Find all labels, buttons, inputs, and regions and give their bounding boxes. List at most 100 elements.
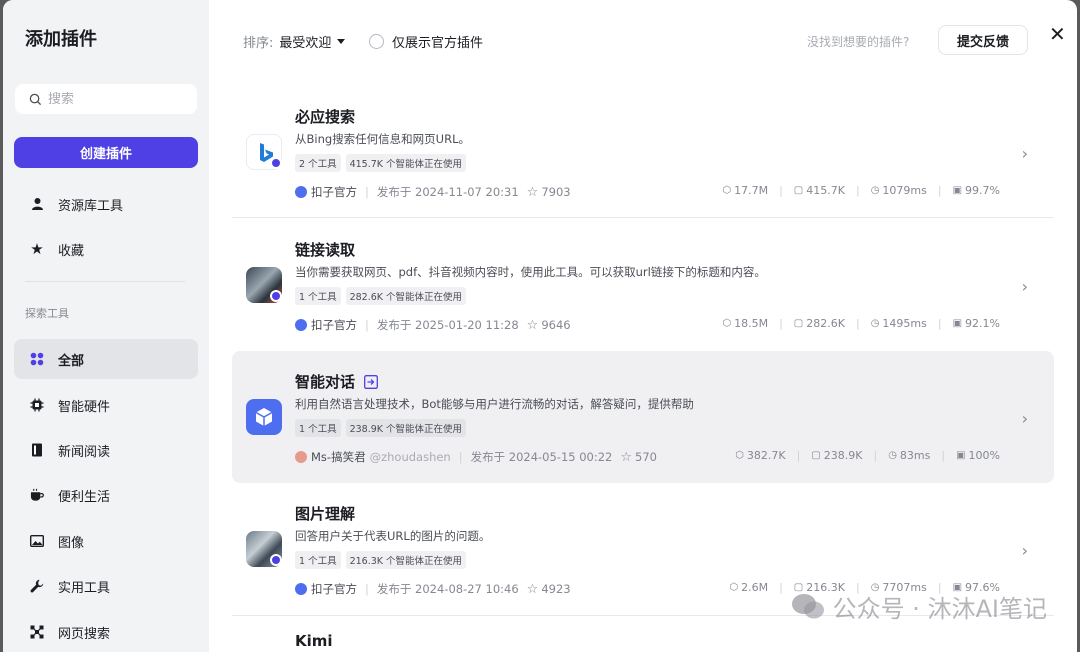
star-outline-icon[interactable]: ☆	[527, 185, 539, 200]
plugin-description: 回答用户关于代表URL的图片的问题。	[295, 529, 491, 543]
radio-icon[interactable]	[369, 34, 384, 49]
author-handle: @zhoudashen	[369, 450, 451, 464]
plugin-name: 智能对话	[295, 373, 356, 391]
create-plugin-button[interactable]: 创建插件	[14, 137, 198, 168]
bots-icon: ▢	[793, 185, 804, 196]
book-icon	[30, 443, 44, 457]
star-outline-icon[interactable]: ☆	[527, 582, 539, 597]
chevron-right-icon[interactable]: ›	[1022, 144, 1028, 163]
category-all[interactable]: 全部	[14, 339, 198, 379]
stats-separator: |	[855, 317, 860, 330]
category-label: 全部	[58, 353, 85, 369]
calls-count: 382.7K	[746, 449, 786, 462]
caret-down-icon	[337, 39, 346, 44]
category-label: 图像	[58, 535, 85, 551]
plugin-stats: ⬡ 18.5M | ▢ 282.6K | ◷ 1495ms | ▣ 92.1%	[722, 317, 1000, 330]
plugin-card-link-reader[interactable]: 链接读取 当你需要获取网页、pdf、抖音视频内容时，使用此工具。可以获取url链…	[232, 219, 1054, 351]
published-date: 发布于 2024-05-15 00:22	[470, 450, 613, 464]
success-rate: 99.7%	[965, 184, 1000, 197]
bots-count: 415.7K	[806, 184, 845, 197]
add-plugin-dialog: 添加插件 创建插件 资源库工具 ★ 收藏 探索工具 全部 智能硬件 新闻阅读	[3, 0, 1077, 652]
plugin-description: 从Bing搜索任何信息和网页URL。	[295, 132, 470, 146]
sort-value: 最受欢迎	[279, 36, 332, 51]
verified-badge-icon	[270, 554, 282, 566]
category-web-search[interactable]: 网页搜索	[14, 612, 198, 652]
category-utilities[interactable]: 实用工具	[14, 566, 198, 606]
plugin-meta: 扣子官方 | 发布于 2024-08-27 10:46 ☆ 4923	[295, 581, 571, 597]
latency: 1079ms	[882, 184, 927, 197]
category-image[interactable]: 图像	[14, 521, 198, 561]
plugin-meta: Ms-搞笑君 @zhoudashen | 发布于 2024-05-15 00:2…	[295, 449, 657, 465]
search-box[interactable]	[15, 84, 197, 114]
success-rate-icon: ▣	[956, 450, 966, 461]
meta-separator: |	[365, 185, 369, 199]
bots-count: 282.6K	[806, 317, 845, 330]
calls-icon: ⬡	[722, 185, 732, 196]
sidebar-item-label: 收藏	[58, 243, 85, 259]
clock-icon: ◷	[870, 318, 880, 329]
plugin-stats: ⬡ 382.7K | ▢ 238.9K | ◷ 83ms | ▣ 100%	[735, 449, 1000, 462]
plugin-name-row: 智能对话	[295, 371, 378, 392]
meta-separator: |	[365, 582, 369, 596]
sort-dropdown[interactable]: 排序: 最受欢迎	[243, 32, 346, 51]
plugin-card-smart-chat[interactable]: 智能对话 利用自然语言处理技术，Bot能够与用户进行流畅的对话，解答疑问，提供帮…	[232, 351, 1054, 483]
calls-count: 18.5M	[734, 317, 769, 330]
plugin-description: 利用自然语言处理技术，Bot能够与用户进行流畅的对话，解答疑问，提供帮助	[295, 397, 694, 411]
close-icon[interactable]: ✕	[1049, 24, 1066, 44]
official-only-label: 仅展示官方插件	[392, 36, 484, 51]
stats-separator: |	[941, 449, 946, 462]
clock-icon: ◷	[870, 185, 880, 196]
published-date: 发布于 2024-08-27 10:46	[376, 582, 519, 596]
chevron-right-icon[interactable]: ›	[1022, 541, 1028, 560]
meta-separator: |	[365, 318, 369, 332]
watermark-text: 公众号 · 沐沐AI笔记	[832, 595, 1047, 623]
person-icon	[30, 197, 44, 211]
star-icon: ★	[30, 240, 44, 258]
plugin-card-bing[interactable]: 必应搜索 从Bing搜索任何信息和网页URL。 2 个工具 415.7K 个智能…	[232, 86, 1054, 218]
category-smart-hardware[interactable]: 智能硬件	[14, 385, 198, 425]
star-count: 4923	[541, 582, 571, 596]
clock-icon: ◷	[888, 450, 897, 461]
dialog-title: 添加插件	[25, 29, 97, 50]
calls-icon: ⬡	[722, 318, 732, 329]
category-news-reading[interactable]: 新闻阅读	[14, 430, 198, 470]
published-date: 发布于 2025-01-20 11:28	[376, 318, 519, 332]
plugin-name: 图片理解	[295, 505, 356, 523]
star-outline-icon[interactable]: ☆	[620, 450, 632, 465]
plugin-name: 必应搜索	[295, 108, 356, 126]
bots-icon: ▢	[811, 450, 821, 461]
cup-icon	[30, 488, 44, 502]
success-rate: 100%	[968, 449, 1000, 462]
sidebar-item-library-tools[interactable]: 资源库工具	[14, 184, 198, 224]
success-rate-icon: ▣	[952, 318, 963, 329]
category-convenient-life[interactable]: 便利生活	[14, 475, 198, 515]
star-outline-icon[interactable]: ☆	[527, 318, 539, 333]
add-to-bot-icon[interactable]	[364, 374, 378, 389]
chip-icon	[30, 398, 44, 412]
category-label: 新闻阅读	[58, 444, 111, 460]
category-label: 网页搜索	[58, 626, 111, 642]
coze-logo-icon	[295, 319, 307, 331]
image-icon	[30, 534, 44, 548]
official-only-toggle[interactable]: 仅展示官方插件	[369, 32, 483, 51]
feedback-button[interactable]: 提交反馈	[938, 25, 1028, 55]
wechat-icon	[791, 593, 824, 618]
tools-count-tag: 2 个工具	[295, 154, 341, 172]
verified-badge-icon	[270, 157, 282, 169]
chevron-right-icon[interactable]: ›	[1022, 409, 1028, 428]
plugin-stats: ⬡ 17.7M | ▢ 415.7K | ◷ 1079ms | ▣ 99.7%	[722, 184, 1000, 197]
verified-badge-icon	[270, 290, 282, 302]
author-name: 扣子官方	[311, 582, 357, 596]
toolbar: 排序: 最受欢迎 仅展示官方插件 没找到想要的插件? 提交反馈 ✕	[209, 0, 1077, 80]
sidebar-divider	[25, 281, 185, 282]
stats-separator: |	[779, 317, 783, 330]
stats-separator: |	[779, 581, 783, 594]
search-input[interactable]	[48, 91, 178, 107]
latency: 1495ms	[882, 317, 927, 330]
usage-tag: 415.7K 个智能体正在使用	[345, 154, 467, 172]
tools-count-tag: 1 个工具	[295, 551, 341, 569]
sidebar-item-favorites[interactable]: ★ 收藏	[14, 229, 198, 269]
chevron-right-icon[interactable]: ›	[1022, 277, 1028, 296]
star-count: 9646	[541, 318, 571, 332]
usage-tag: 216.3K 个智能体正在使用	[345, 551, 467, 569]
